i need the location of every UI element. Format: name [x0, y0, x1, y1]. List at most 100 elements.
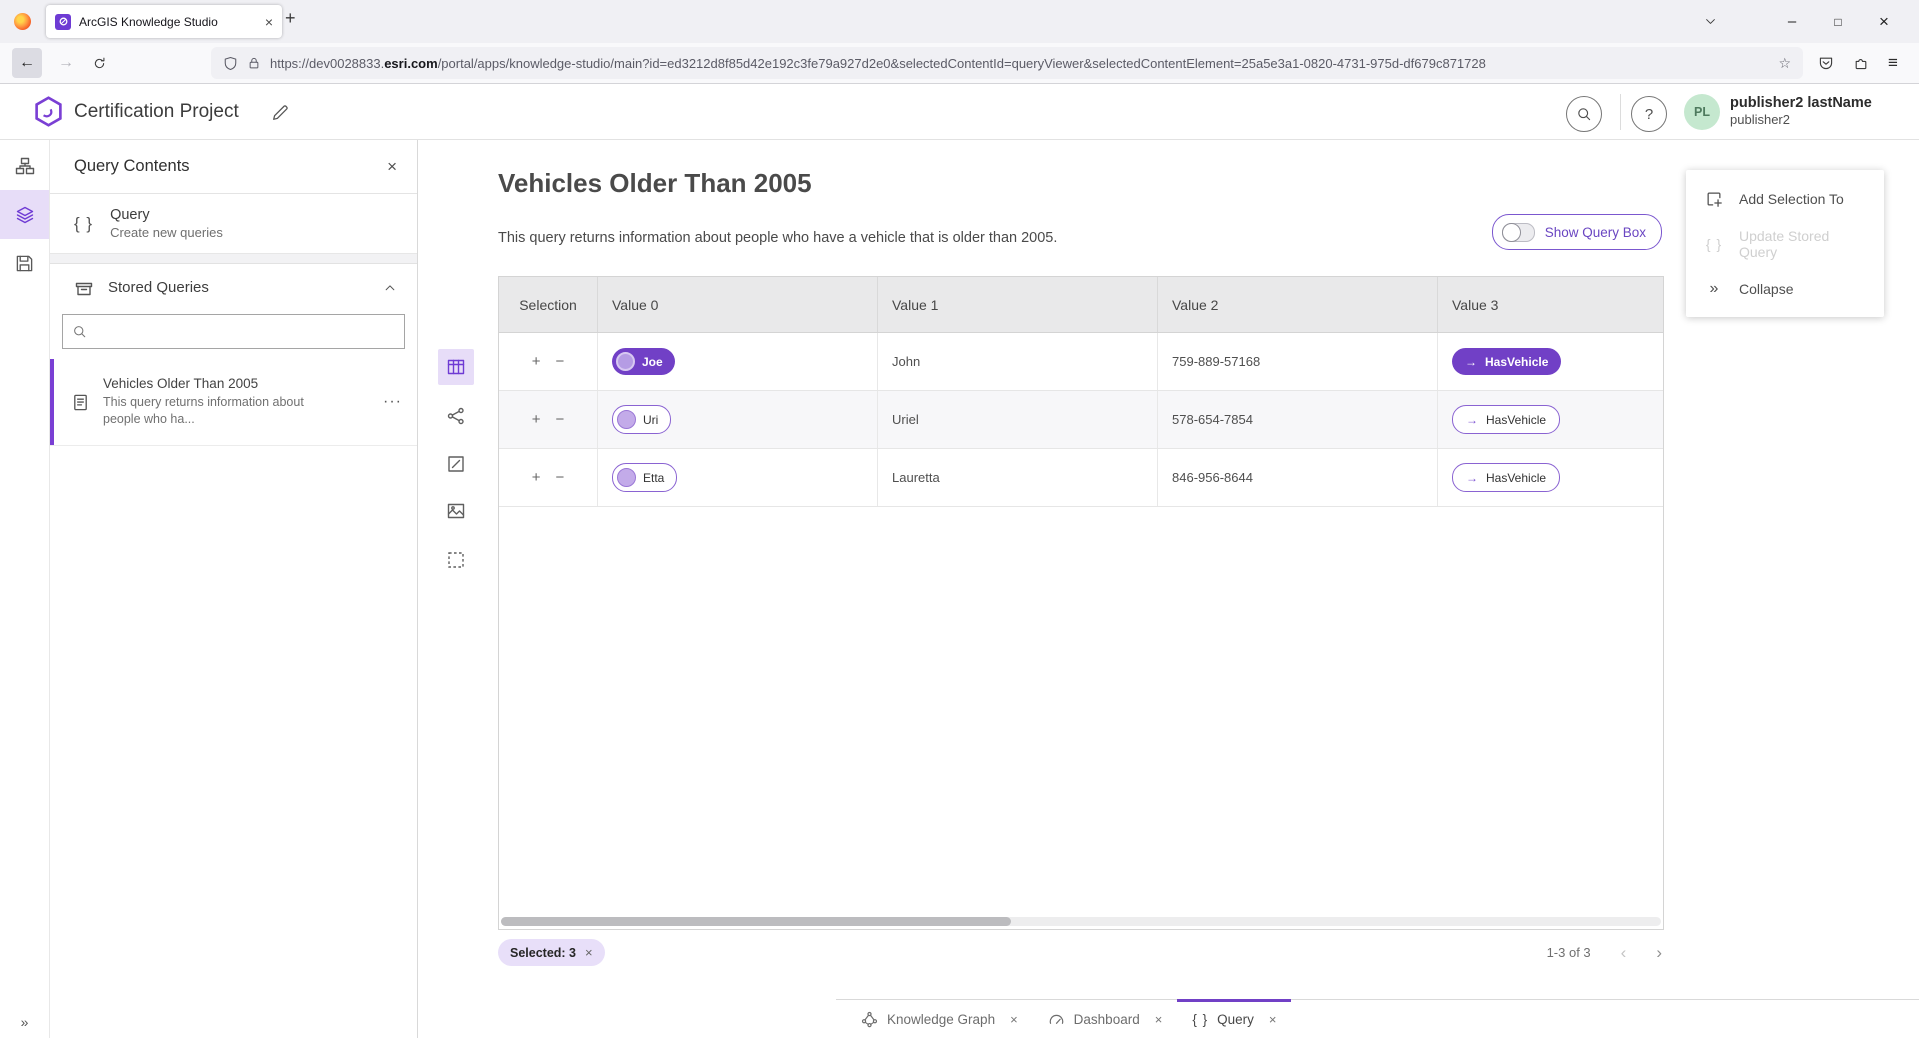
app-body: » Query Contents × { } Query Create new … [0, 140, 1919, 1038]
data-model-sitemap-icon[interactable] [0, 141, 49, 190]
window-maximize-button[interactable]: □ [1815, 15, 1861, 29]
stored-queries-box-icon [74, 278, 94, 298]
lock-icon[interactable] [247, 56, 261, 70]
help-button[interactable]: ? [1631, 96, 1667, 132]
search-button[interactable] [1566, 96, 1602, 132]
tab-dashboard[interactable]: Dashboard × [1033, 1000, 1178, 1038]
avatar[interactable]: PL [1684, 94, 1720, 130]
user-menu[interactable]: publisher2 lastName publisher2 [1730, 94, 1872, 128]
expand-rail-icon[interactable]: » [0, 1014, 49, 1030]
entity-pill[interactable]: Etta [612, 463, 677, 492]
scrollbar-thumb[interactable] [501, 917, 1011, 926]
project-title: Certification Project [74, 101, 239, 123]
table-row: +− Etta Lauretta 846-956-8644 →HasVehicl… [499, 449, 1663, 507]
bookmark-star-icon[interactable]: ☆ [1778, 55, 1791, 72]
back-button[interactable]: ← [12, 48, 42, 78]
tab-close-icon[interactable]: × [1269, 1012, 1277, 1027]
entity-pill[interactable]: Joe [612, 348, 675, 375]
braces-icon: { } [1192, 1012, 1208, 1027]
url-bar[interactable]: https://dev0028833.esri.com/portal/apps/… [211, 47, 1803, 79]
relationship-pill[interactable]: →HasVehicle [1452, 463, 1560, 492]
window-close-button[interactable]: × [1861, 12, 1907, 32]
add-to-selection-icon[interactable]: + [532, 353, 541, 370]
list-all-tabs-icon[interactable] [1704, 15, 1717, 28]
relationship-cell: →HasVehicle [1438, 333, 1663, 390]
relationship-pill[interactable]: →HasVehicle [1452, 405, 1560, 434]
stored-queries-header[interactable]: Stored Queries [50, 264, 417, 311]
window-minimize-button[interactable]: – [1769, 13, 1815, 30]
braces-icon: { } [74, 214, 93, 234]
table-header-row: Selection Value 0 Value 1 Value 2 Value … [499, 277, 1663, 333]
menu-hamburger-icon[interactable]: ≡ [1888, 53, 1898, 73]
query-item-sublabel: Create new queries [110, 225, 223, 240]
bottom-tab-bar: Knowledge Graph × Dashboard × { } Query … [836, 999, 1919, 1038]
value-cell: 846-956-8644 [1158, 449, 1438, 506]
menu-item-collapse[interactable]: » Collapse [1686, 266, 1884, 311]
selected-count-chip[interactable]: Selected: 3 × [498, 939, 605, 966]
stored-queries-search[interactable] [62, 314, 405, 349]
tab-close-icon[interactable]: × [1010, 1012, 1018, 1027]
search-input[interactable] [95, 323, 395, 340]
next-page-icon[interactable]: › [1656, 943, 1662, 963]
remove-from-selection-icon[interactable]: − [556, 411, 565, 428]
table-view-icon[interactable] [438, 349, 474, 385]
menu-item-update-stored-query[interactable]: { } Update Stored Query [1686, 221, 1884, 266]
collapse-chevron-up-icon[interactable] [383, 281, 397, 295]
relationship-pill[interactable]: →HasVehicle [1452, 348, 1561, 375]
entity-pill[interactable]: Uri [612, 405, 671, 434]
relationship-cell: →HasVehicle [1438, 449, 1663, 506]
remove-from-selection-icon[interactable]: − [556, 469, 565, 486]
tab-knowledge-graph[interactable]: Knowledge Graph × [846, 1000, 1033, 1038]
previous-page-icon[interactable]: ‹ [1621, 943, 1627, 963]
stored-query-item[interactable]: Vehicles Older Than 2005 This query retu… [50, 359, 417, 446]
firefox-logo-icon[interactable] [14, 13, 31, 30]
knowledge-studio-logo-icon[interactable] [32, 95, 65, 128]
horizontal-scrollbar[interactable] [501, 917, 1661, 926]
new-query-item[interactable]: { } Query Create new queries [50, 194, 417, 254]
table-row: +− Joe John 759-889-57168 →HasVehicle [499, 333, 1663, 391]
entity-cell: Etta [598, 449, 878, 506]
new-tab-button[interactable]: + [285, 9, 296, 27]
show-query-box-label: Show Query Box [1545, 225, 1646, 240]
entity-cell: Uri [598, 391, 878, 448]
extensions-puzzle-icon[interactable] [1853, 55, 1869, 71]
tab-query[interactable]: { } Query × [1177, 1000, 1291, 1038]
entity-dot-icon [617, 468, 636, 487]
browser-tab[interactable]: ArcGIS Knowledge Studio × [46, 5, 282, 38]
clear-selection-icon[interactable]: × [585, 945, 593, 960]
toggle-switch[interactable] [1502, 223, 1535, 242]
add-to-selection-icon[interactable]: + [532, 411, 541, 428]
menu-item-label: Update Stored Query [1739, 228, 1866, 260]
forward-button[interactable]: → [52, 54, 80, 72]
value-cell: John [878, 333, 1158, 390]
selected-count-label: Selected: 3 [510, 946, 576, 960]
show-query-box-toggle[interactable]: Show Query Box [1492, 214, 1662, 250]
query-contents-panel: Query Contents × { } Query Create new qu… [50, 140, 418, 1038]
selection-marquee-icon[interactable] [438, 542, 474, 578]
tab-close-icon[interactable]: × [265, 14, 273, 30]
tab-close-icon[interactable]: × [1155, 1012, 1163, 1027]
stored-query-title: Vehicles Older Than 2005 [103, 376, 308, 391]
column-header-value1: Value 1 [878, 277, 1158, 332]
save-floppy-icon[interactable] [0, 239, 49, 288]
sketch-view-icon[interactable] [438, 446, 474, 482]
context-menu: Add Selection To { } Update Stored Query… [1686, 170, 1884, 317]
stored-query-doc-icon [71, 393, 90, 412]
value-cell: 578-654-7854 [1158, 391, 1438, 448]
image-view-icon[interactable] [438, 493, 474, 529]
add-to-selection-icon[interactable]: + [532, 469, 541, 486]
user-role: publisher2 [1730, 112, 1872, 128]
url-prefix: https://dev0028833. [270, 56, 384, 71]
reload-button[interactable] [92, 56, 107, 71]
contents-layers-icon[interactable] [0, 190, 49, 239]
link-chart-view-icon[interactable] [438, 398, 474, 434]
item-options-ellipsis-icon[interactable]: ··· [383, 393, 402, 411]
panel-close-icon[interactable]: × [387, 157, 397, 177]
pocket-icon[interactable] [1818, 55, 1834, 71]
url-text[interactable]: https://dev0028833.esri.com/portal/apps/… [270, 56, 1769, 71]
record-range-label: 1-3 of 3 [1547, 945, 1591, 960]
tracking-shield-icon[interactable] [223, 56, 238, 71]
edit-pencil-icon[interactable] [271, 104, 289, 122]
menu-item-add-selection-to[interactable]: Add Selection To [1686, 176, 1884, 221]
remove-from-selection-icon[interactable]: − [556, 353, 565, 370]
